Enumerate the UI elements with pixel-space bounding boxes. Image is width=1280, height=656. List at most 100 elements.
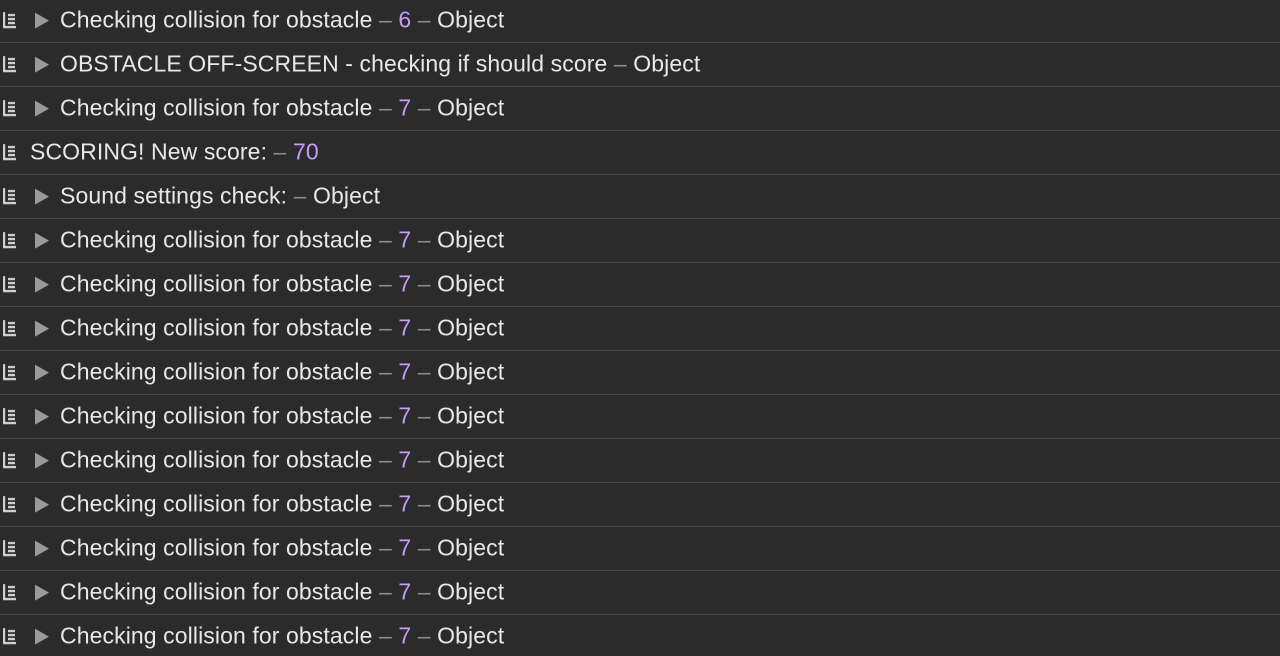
separator: –: [372, 6, 399, 33]
log-text: Checking collision for obstacle: [60, 401, 373, 428]
separator: –: [372, 225, 399, 252]
log-message: SCORING! New score: – 70: [30, 138, 319, 165]
log-object-label[interactable]: Object: [437, 270, 504, 296]
separator: –: [372, 533, 399, 560]
log-text: Checking collision for obstacle: [60, 489, 373, 516]
log-row[interactable]: OBSTACLE OFF-SCREEN - checking if should…: [0, 43, 1280, 87]
separator: –: [372, 357, 399, 384]
disclosure-triangle-icon[interactable]: [35, 540, 49, 557]
log-message: Checking collision for obstacle – 7 – Ob…: [60, 622, 504, 649]
log-object-label[interactable]: Object: [437, 314, 504, 340]
log-number-value: 7: [398, 401, 412, 428]
log-entry-icon: [3, 187, 16, 204]
separator: –: [411, 313, 438, 340]
disclosure-triangle-icon[interactable]: [35, 408, 49, 425]
disclosure-triangle-icon[interactable]: [35, 188, 49, 205]
log-text: Checking collision for obstacle: [60, 621, 373, 648]
disclosure-triangle-icon[interactable]: [35, 452, 49, 469]
log-text: Checking collision for obstacle: [60, 269, 373, 296]
separator: –: [411, 577, 438, 604]
log-entry-icon: [3, 495, 16, 512]
log-row[interactable]: Checking collision for obstacle – 7 – Ob…: [0, 395, 1280, 439]
log-message: Checking collision for obstacle – 7 – Ob…: [60, 358, 504, 385]
separator: –: [411, 225, 438, 252]
log-object-label[interactable]: Object: [313, 182, 380, 208]
log-entry-icon: [3, 231, 16, 248]
log-number-value: 7: [398, 445, 412, 472]
log-object-label[interactable]: Object: [633, 50, 700, 76]
disclosure-triangle-icon[interactable]: [35, 364, 49, 381]
log-row[interactable]: Checking collision for obstacle – 7 – Ob…: [0, 439, 1280, 483]
log-object-label[interactable]: Object: [437, 490, 504, 516]
disclosure-triangle-icon[interactable]: [35, 100, 49, 117]
log-entry-icon: [3, 451, 16, 468]
log-entry-icon: [3, 539, 16, 556]
log-text: Sound settings check:: [60, 181, 288, 208]
log-entry-icon: [3, 583, 16, 600]
log-row[interactable]: Checking collision for obstacle – 7 – Ob…: [0, 527, 1280, 571]
log-object-label[interactable]: Object: [437, 446, 504, 472]
log-text: Checking collision for obstacle: [60, 445, 373, 472]
log-entry-icon: [3, 627, 16, 644]
log-row[interactable]: Checking collision for obstacle – 7 – Ob…: [0, 351, 1280, 395]
log-object-label[interactable]: Object: [437, 226, 504, 252]
separator: –: [607, 49, 634, 76]
log-row[interactable]: Checking collision for obstacle – 7 – Ob…: [0, 307, 1280, 351]
log-message: Checking collision for obstacle – 7 – Ob…: [60, 314, 504, 341]
log-row[interactable]: Checking collision for obstacle – 7 – Ob…: [0, 483, 1280, 527]
log-message: Checking collision for obstacle – 6 – Ob…: [60, 6, 504, 33]
log-object-label[interactable]: Object: [437, 358, 504, 384]
separator: –: [372, 489, 399, 516]
log-number-value: 7: [398, 533, 412, 560]
separator: –: [411, 533, 438, 560]
log-object-label[interactable]: Object: [437, 534, 504, 560]
log-object-label[interactable]: Object: [437, 94, 504, 120]
separator: –: [372, 621, 399, 648]
log-object-label[interactable]: Object: [437, 6, 504, 32]
log-message: Checking collision for obstacle – 7 – Ob…: [60, 490, 504, 517]
disclosure-triangle-icon[interactable]: [35, 56, 49, 73]
log-object-label[interactable]: Object: [437, 578, 504, 604]
log-row[interactable]: Checking collision for obstacle – 7 – Ob…: [0, 87, 1280, 131]
disclosure-triangle-icon[interactable]: [35, 276, 49, 293]
log-number-value: 7: [398, 313, 412, 340]
log-entry-icon: [3, 55, 16, 72]
separator: –: [287, 181, 313, 208]
log-text: Checking collision for obstacle: [60, 577, 373, 604]
separator: –: [411, 269, 438, 296]
log-text: Checking collision for obstacle: [60, 6, 373, 33]
separator: –: [372, 269, 399, 296]
log-row[interactable]: Checking collision for obstacle – 7 – Ob…: [0, 263, 1280, 307]
disclosure-triangle-icon[interactable]: [35, 12, 49, 29]
log-row[interactable]: Sound settings check: – Object: [0, 175, 1280, 219]
separator: –: [411, 357, 438, 384]
log-number-value: 7: [398, 269, 412, 296]
log-row[interactable]: Checking collision for obstacle – 7 – Ob…: [0, 571, 1280, 615]
log-message: Checking collision for obstacle – 7 – Ob…: [60, 402, 504, 429]
log-entry-icon: [3, 275, 16, 292]
log-object-label[interactable]: Object: [437, 402, 504, 428]
disclosure-triangle-icon[interactable]: [35, 232, 49, 249]
log-message: OBSTACLE OFF-SCREEN - checking if should…: [60, 50, 700, 77]
log-row[interactable]: Checking collision for obstacle – 7 – Ob…: [0, 615, 1280, 656]
log-entry-icon: [3, 407, 16, 424]
disclosure-triangle-icon[interactable]: [35, 584, 49, 601]
log-row[interactable]: Checking collision for obstacle – 6 – Ob…: [0, 0, 1280, 43]
log-number-value: 7: [398, 225, 412, 252]
log-object-label[interactable]: Object: [437, 622, 504, 648]
log-text: Checking collision for obstacle: [60, 313, 373, 340]
disclosure-triangle-icon[interactable]: [35, 320, 49, 337]
separator: –: [411, 6, 438, 33]
log-number-value: 7: [398, 357, 412, 384]
log-row[interactable]: Checking collision for obstacle – 7 – Ob…: [0, 219, 1280, 263]
log-text: Checking collision for obstacle: [60, 533, 373, 560]
separator: –: [372, 93, 399, 120]
log-message: Sound settings check: – Object: [60, 182, 380, 209]
log-text: SCORING! New score:: [30, 137, 268, 164]
log-number-value: 7: [398, 93, 412, 120]
log-message: Checking collision for obstacle – 7 – Ob…: [60, 226, 504, 253]
disclosure-triangle-icon[interactable]: [35, 496, 49, 513]
disclosure-triangle-icon[interactable]: [35, 628, 49, 645]
separator: –: [411, 401, 438, 428]
log-message: Checking collision for obstacle – 7 – Ob…: [60, 578, 504, 605]
